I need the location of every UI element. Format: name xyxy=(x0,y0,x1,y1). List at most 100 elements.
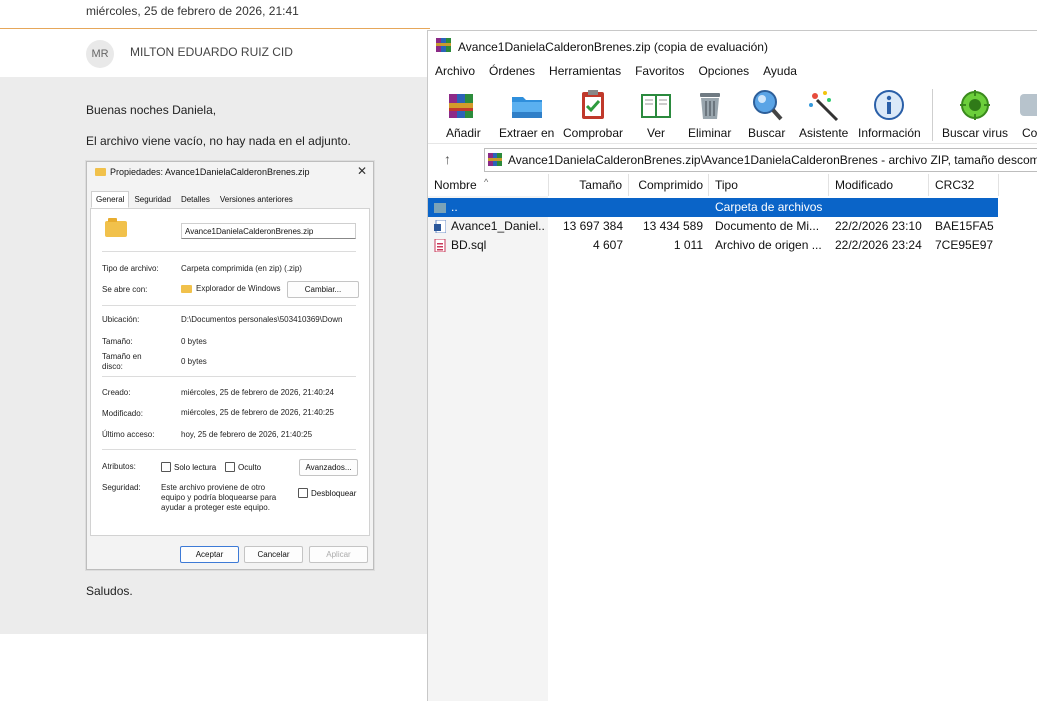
rar-archive-icon xyxy=(488,153,502,166)
menu-herramientas[interactable]: Herramientas xyxy=(542,64,628,82)
info-button[interactable]: Información xyxy=(858,88,921,140)
up-folder-icon[interactable]: ↑ xyxy=(444,151,451,167)
abre-value-text: Explorador de Windows xyxy=(196,284,281,293)
find-button[interactable]: Buscar xyxy=(748,88,785,140)
cell-name: .. xyxy=(451,200,458,214)
test-clipboard-icon xyxy=(576,88,610,122)
tab-versiones: Versiones anteriores xyxy=(219,195,293,204)
tab-seguridad: Seguridad xyxy=(134,195,171,204)
cell-modified: 22/2/2026 23:24 xyxy=(835,238,922,252)
address-bar: ↑ Avance1DanielaCalderonBrenes.zip\Avanc… xyxy=(428,147,1037,173)
cell-size: 13 697 384 xyxy=(562,219,623,233)
sender-name[interactable]: MILTON EDUARDO RUIZ CID xyxy=(130,45,293,59)
abre-label: Se abre con: xyxy=(102,285,148,294)
explorer-folder-icon xyxy=(181,284,192,293)
column-nombre-label: Nombre xyxy=(434,178,477,192)
virus-scan-icon xyxy=(958,88,992,122)
desbloquear-checkbox: Desbloquear xyxy=(298,488,356,498)
tamano-value: 0 bytes xyxy=(181,337,207,346)
view-button[interactable]: Ver xyxy=(639,88,673,140)
column-comprimido[interactable]: Comprimido xyxy=(629,174,709,196)
test-label: Comprobar xyxy=(563,126,624,140)
cell-type: Carpeta de archivos xyxy=(715,200,823,214)
extract-folder-icon xyxy=(510,88,544,122)
column-nombre[interactable]: Nombre ^ xyxy=(428,174,549,196)
seguridad-line-3: ayudar a proteger este equipo. xyxy=(161,503,270,512)
path-text: Avance1DanielaCalderonBrenes.zip\Avance1… xyxy=(508,153,1037,167)
wizard-wand-icon xyxy=(807,88,841,122)
column-headers: Nombre ^ Tamaño Comprimido Tipo Modifica… xyxy=(428,174,1037,196)
seguridad-line-1: Este archivo proviene de otro xyxy=(161,483,266,492)
menu-ayuda[interactable]: Ayuda xyxy=(756,64,804,82)
menu-archivo[interactable]: Archivo xyxy=(428,64,482,82)
delete-label: Eliminar xyxy=(688,126,732,140)
column-modificado[interactable]: Modificado xyxy=(829,174,929,196)
cell-name: Avance1_Daniel... xyxy=(451,219,546,233)
comment-label: Con xyxy=(1021,126,1037,140)
info-icon xyxy=(872,88,906,122)
email-date: miércoles, 25 de febrero de 2026, 21:41 xyxy=(86,4,299,18)
winrar-title: Avance1DanielaCalderonBrenes.zip (copia … xyxy=(458,40,768,54)
menu-ordenes[interactable]: Órdenes xyxy=(482,64,542,82)
tamano-disco-label-2: disco: xyxy=(102,362,123,371)
parent-folder-icon xyxy=(434,203,446,213)
zip-folder-icon xyxy=(95,168,106,176)
seguridad-line-2: equipo y podría bloquearse para xyxy=(161,493,277,502)
delete-button[interactable]: Eliminar xyxy=(688,88,731,140)
email-message: El archivo viene vacío, no hay nada en e… xyxy=(86,134,351,148)
tipo-value: Carpeta comprimida (en zip) (.zip) xyxy=(181,264,302,273)
cell-type: Documento de Mi... xyxy=(715,219,820,233)
menu-favoritos[interactable]: Favoritos xyxy=(628,64,691,82)
winrar-titlebar[interactable]: Avance1DanielaCalderonBrenes.zip (copia … xyxy=(428,31,1037,61)
creado-value: miércoles, 25 de febrero de 2026, 21:40:… xyxy=(181,388,334,397)
ubicacion-value: D:\Documentos personales\503410369\Down xyxy=(181,315,343,324)
virus-scan-button[interactable]: Buscar virus xyxy=(942,88,1008,140)
avatar[interactable]: MR xyxy=(86,40,114,68)
solo-lectura-checkbox: Solo lectura xyxy=(161,462,216,472)
winrar-logo-icon xyxy=(436,38,451,52)
table-row[interactable]: BD.sql 4 607 1 011 Archivo de origen ...… xyxy=(428,236,998,255)
menu-opciones[interactable]: Opciones xyxy=(691,64,756,82)
table-row-parent[interactable]: .. Carpeta de archivos xyxy=(428,198,998,217)
email-header: MR MILTON EDUARDO RUIZ CID xyxy=(0,28,430,78)
view-label: Ver xyxy=(646,126,665,140)
wizard-button[interactable]: Asistente xyxy=(799,88,848,140)
toolbar: Añadir Extraer en Comprobar Ver Eliminar… xyxy=(428,85,1037,144)
aceptar-button: Aceptar xyxy=(180,546,239,563)
modificado-value: miércoles, 25 de febrero de 2026, 21:40:… xyxy=(181,408,334,417)
divider xyxy=(102,449,356,450)
cell-name: BD.sql xyxy=(451,238,487,252)
avanzados-button: Avanzados... xyxy=(299,459,358,476)
seguridad-label: Seguridad: xyxy=(102,483,141,492)
cell-packed: 1 011 xyxy=(673,238,703,252)
column-tamano[interactable]: Tamaño xyxy=(549,174,629,196)
properties-dialog-image: Propiedades: Avance1DanielaCalderonBrene… xyxy=(86,161,374,570)
acceso-label: Último acceso: xyxy=(102,430,155,439)
cell-modified: 22/2/2026 23:10 xyxy=(835,219,922,233)
sql-file-icon xyxy=(434,239,446,252)
properties-title: Propiedades: Avance1DanielaCalderonBrene… xyxy=(95,167,309,177)
extract-to-label: Extraer en xyxy=(499,126,555,140)
oculto-label: Oculto xyxy=(238,462,262,472)
comment-button[interactable]: Con xyxy=(1016,88,1037,140)
tipo-label: Tipo de archivo: xyxy=(102,264,159,273)
column-tipo[interactable]: Tipo xyxy=(709,174,829,196)
add-button[interactable]: Añadir xyxy=(446,88,481,140)
checkbox-box xyxy=(161,462,171,472)
desbloquear-label: Desbloquear xyxy=(311,488,357,498)
column-crc32[interactable]: CRC32 xyxy=(929,174,999,196)
find-label: Buscar xyxy=(748,126,786,140)
divider xyxy=(102,376,356,377)
comment-icon xyxy=(1016,88,1037,122)
properties-tabs: General Seguridad Detalles Versiones ant… xyxy=(91,191,298,208)
checkbox-box xyxy=(225,462,235,472)
path-field[interactable]: Avance1DanielaCalderonBrenes.zip\Avance1… xyxy=(484,148,1037,172)
add-label: Añadir xyxy=(446,126,481,140)
properties-general-panel: Avance1DanielaCalderonBrenes.zip Tipo de… xyxy=(90,208,370,536)
tamano-disco-value: 0 bytes xyxy=(181,357,207,366)
cancelar-button: Cancelar xyxy=(244,546,303,563)
file-list: Nombre ^ Tamaño Comprimido Tipo Modifica… xyxy=(428,174,1037,701)
test-button[interactable]: Comprobar xyxy=(563,88,623,140)
table-row[interactable]: Avance1_Daniel... 13 697 384 13 434 589 … xyxy=(428,217,998,236)
extract-to-button[interactable]: Extraer en xyxy=(499,88,554,140)
